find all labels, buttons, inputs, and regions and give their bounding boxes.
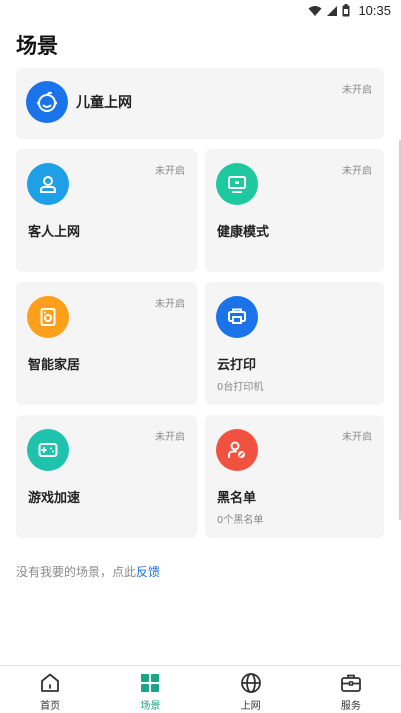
status-bar: 10:35: [0, 0, 401, 24]
guest-user-icon: [40, 176, 56, 193]
blacklist-count: 0个黑名单: [217, 515, 264, 526]
bottom-nav: 首页 场景 上网 服务: [0, 665, 401, 713]
health-mode-state: 未开启: [342, 166, 372, 177]
feedback-prompt: 没有我要的场景，点此反馈: [16, 563, 160, 580]
guest-online-card[interactable]: 未开启 客人上网: [16, 149, 197, 272]
grid-icon: [141, 674, 160, 692]
smart-home-icon: [40, 308, 56, 326]
game-boost-card[interactable]: 未开启 游戏加速: [16, 415, 197, 538]
feedback-link[interactable]: 反馈: [136, 565, 160, 579]
blocked-user-icon: [228, 441, 245, 458]
blacklist-badge: [216, 429, 258, 471]
cloud-print-label: 云打印: [217, 358, 257, 373]
nav-services[interactable]: 服务: [301, 666, 401, 713]
child-face-icon: [36, 91, 58, 112]
blacklist-state: 未开启: [342, 432, 372, 443]
kids-online-state: 未开启: [342, 85, 372, 96]
gamepad-icon: [38, 443, 58, 457]
globe-icon: [240, 673, 261, 693]
health-mode-card[interactable]: 未开启 健康模式: [205, 149, 384, 272]
smart-home-label: 智能家居: [28, 358, 81, 373]
nav-internet[interactable]: 上网: [201, 666, 301, 713]
smart-home-badge: [27, 296, 69, 338]
health-mode-label: 健康模式: [217, 225, 270, 240]
nav-services-label: 服务: [340, 701, 361, 712]
nav-internet-label: 上网: [240, 701, 261, 712]
game-boost-state: 未开启: [155, 432, 185, 443]
kids-online-label: 儿童上网: [76, 95, 132, 111]
guest-badge: [27, 163, 69, 205]
blacklist-label: 黑名单: [217, 491, 257, 506]
guest-online-state: 未开启: [155, 166, 185, 177]
scene-screen: 10:35 场景 儿童上网 未开启 未开启 客人上网 未开启 健康模式 未开启 …: [0, 0, 401, 713]
cloud-print-count: 0台打印机: [217, 382, 264, 393]
kids-badge: [26, 81, 68, 123]
guest-online-label: 客人上网: [28, 225, 81, 240]
nav-scenes[interactable]: 场景: [100, 666, 200, 713]
feedback-text: 没有我要的场景，点此: [16, 565, 137, 579]
status-time: 10:35: [358, 3, 391, 18]
nav-home[interactable]: 首页: [0, 666, 100, 713]
health-badge: [216, 163, 258, 205]
smart-home-state: 未开启: [155, 299, 185, 310]
status-icons: 10:35: [308, 3, 391, 18]
signal-icon: [327, 5, 338, 16]
wifi-icon: [308, 5, 322, 16]
nav-home-label: 首页: [40, 701, 61, 712]
game-boost-badge: [27, 429, 69, 471]
printer-icon: [228, 308, 246, 324]
smart-home-card[interactable]: 未开启 智能家居: [16, 282, 197, 405]
nav-scenes-label: 场景: [140, 701, 161, 712]
home-icon: [41, 673, 60, 692]
monitor-icon: [228, 176, 246, 193]
briefcase-icon: [340, 674, 361, 692]
kids-online-card[interactable]: 儿童上网 未开启: [16, 68, 384, 139]
blacklist-card[interactable]: 未开启 黑名单 0个黑名单: [205, 415, 384, 538]
game-boost-label: 游戏加速: [28, 491, 81, 506]
cloud-print-card[interactable]: 云打印 0台打印机: [205, 282, 384, 405]
page-title: 场景: [16, 34, 58, 58]
battery-icon: [342, 4, 350, 17]
cloud-print-badge: [216, 296, 258, 338]
